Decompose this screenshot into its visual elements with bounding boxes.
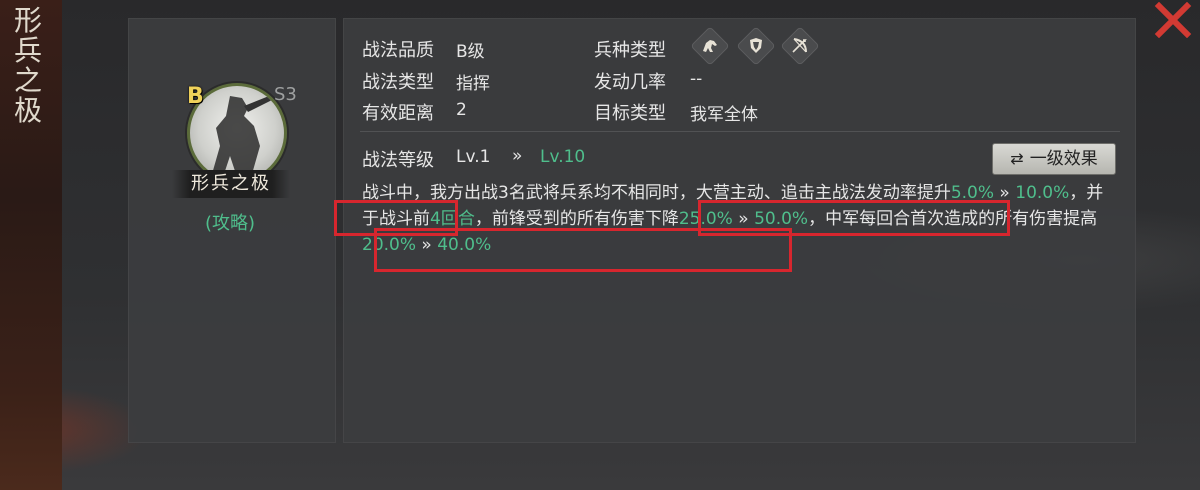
level-effect-button[interactable]: ⇄ 一级效果: [992, 143, 1116, 175]
shield-icon: [750, 38, 762, 53]
desc-value: 10.0%: [1015, 183, 1070, 203]
warrior-icon: [212, 94, 276, 174]
quality-label: 战法品质: [362, 40, 434, 61]
skill-name-banner: 形兵之极: [172, 170, 290, 198]
title-char: 兵: [13, 34, 42, 67]
vertical-title: 形 兵 之 极: [8, 6, 48, 126]
range-value: 2: [456, 100, 467, 120]
type-value: 指挥: [456, 74, 490, 94]
skill-level-label: 战法等级: [362, 150, 434, 171]
level-from: Lv.1: [456, 147, 491, 167]
type-label: 战法类型: [362, 72, 434, 93]
side-banner: 形 兵 之 极: [0, 0, 62, 490]
target-type-value: 我军全体: [690, 105, 758, 125]
troop-type-label: 兵种类型: [594, 40, 666, 61]
season-label: S3: [274, 84, 297, 105]
divider: [360, 131, 1120, 132]
desc-text: ，前锋受到的所有伤害下降: [474, 209, 679, 229]
quality-value: B级: [456, 42, 485, 62]
range-label: 有效距离: [362, 103, 434, 124]
grade-badge: B: [187, 84, 204, 109]
trigger-rate-label: 发动几率: [594, 72, 666, 93]
cavalry-icon: [703, 40, 717, 52]
title-char: 之: [13, 64, 42, 97]
level-to: Lv.10: [540, 147, 586, 167]
highlight-box: [374, 228, 792, 272]
strategy-link[interactable]: (攻略): [205, 209, 255, 235]
level-arrow-icon: »: [512, 146, 523, 166]
swap-icon: ⇄: [1010, 149, 1024, 168]
close-icon: [1154, 1, 1192, 39]
effect-button-label: 一级效果: [1029, 149, 1098, 169]
title-char: 形: [13, 4, 42, 37]
close-button[interactable]: [1153, 1, 1193, 39]
title-char: 极: [13, 94, 42, 127]
bow-icon: [792, 38, 807, 53]
trigger-rate-value: --: [690, 69, 703, 89]
target-type-label: 目标类型: [594, 103, 666, 124]
